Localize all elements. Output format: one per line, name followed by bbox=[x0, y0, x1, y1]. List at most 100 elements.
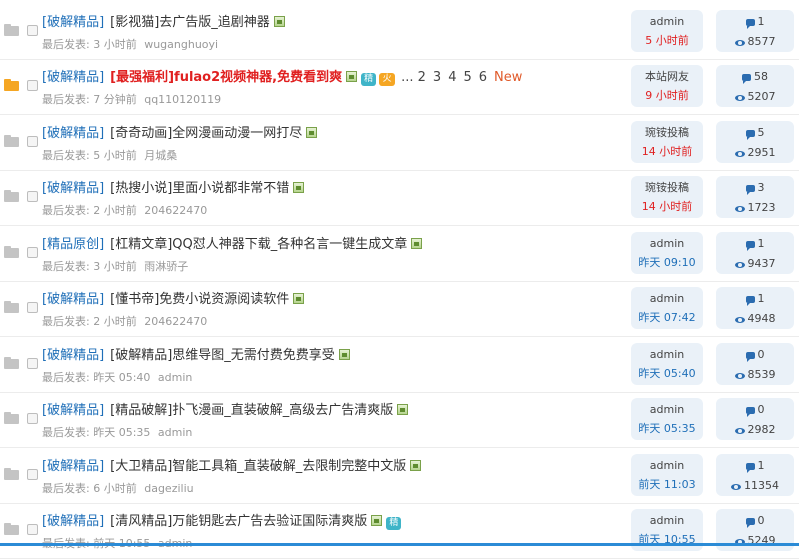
thread-title-link[interactable]: [影视猫]去广告版_追剧神器 bbox=[110, 15, 270, 30]
created-time: 14 小时前 bbox=[641, 200, 693, 213]
comment-icon bbox=[745, 185, 755, 195]
reply-count-value: 1 bbox=[757, 459, 765, 472]
last-post-user-link[interactable]: admin bbox=[158, 371, 192, 384]
thread-checkbox[interactable] bbox=[27, 191, 38, 202]
thread-category-link[interactable]: [破解精品] bbox=[42, 15, 104, 30]
page-link[interactable]: 6 bbox=[479, 70, 487, 85]
thread-category-link[interactable]: [破解精品] bbox=[42, 70, 104, 85]
thread-title-link[interactable]: [清风精品]万能钥匙去广告去验证国际清爽版 bbox=[110, 514, 367, 529]
created-time: 昨天 07:42 bbox=[638, 311, 696, 324]
thread-title-link[interactable]: [精品破解]扑飞漫画_直装破解_高级去广告清爽版 bbox=[110, 403, 393, 418]
last-post-info: 最后发表: 3 小时前 wuganghuoyi bbox=[42, 36, 218, 52]
thread-row[interactable]: [破解精品] [影视猫]去广告版_追剧神器 最后发表: 3 小时前 wugangh… bbox=[0, 4, 799, 60]
folder-icon bbox=[4, 190, 19, 202]
thread-row[interactable]: [破解精品] [精品破解]扑飞漫画_直装破解_高级去广告清爽版 最后发表: 昨天 … bbox=[0, 392, 799, 448]
folder-icon bbox=[4, 79, 19, 91]
reply-count: 1 bbox=[716, 459, 794, 473]
thread-category-link[interactable]: [破解精品] bbox=[42, 126, 104, 141]
author-box: admin 5 小时前 bbox=[631, 10, 703, 52]
author-link[interactable]: admin bbox=[631, 403, 703, 417]
thread-title-link[interactable]: [奇奇动画]全网漫画动漫一网打尽 bbox=[110, 126, 302, 141]
last-post-user-link[interactable]: admin bbox=[158, 426, 192, 439]
author-link[interactable]: 本站网友 bbox=[631, 70, 703, 84]
thread-checkbox[interactable] bbox=[27, 413, 38, 424]
reply-count-value: 1 bbox=[757, 237, 765, 250]
thread-title-link[interactable]: [大卫精品]智能工具箱_直装破解_去限制完整中文版 bbox=[110, 459, 406, 474]
last-post-user-link[interactable]: 雨淋骄子 bbox=[144, 260, 188, 273]
thread-row[interactable]: [破解精品] [懂书帝]免费小说资源阅读软件 最后发表: 2 小时前 204622… bbox=[0, 281, 799, 337]
author-link[interactable]: 琬铵投稿 bbox=[631, 181, 703, 195]
page-link[interactable]: 4 bbox=[448, 70, 456, 85]
thread-row[interactable]: [破解精品] [奇奇动画]全网漫画动漫一网打尽 最后发表: 5 小时前 月城桑 琬… bbox=[0, 115, 799, 171]
author-link[interactable]: admin bbox=[631, 459, 703, 473]
thread-row[interactable]: [破解精品] [热搜小说]里面小说都非常不错 最后发表: 2 小时前 204622… bbox=[0, 170, 799, 226]
eye-icon bbox=[734, 40, 745, 46]
thread-category-link[interactable]: [破解精品] bbox=[42, 403, 104, 418]
reply-count: 5 bbox=[716, 126, 794, 140]
page-link[interactable]: 5 bbox=[463, 70, 471, 85]
last-post-info: 最后发表: 昨天 05:35 admin bbox=[42, 424, 192, 440]
last-post-info: 最后发表: 2 小时前 204622470 bbox=[42, 313, 207, 329]
thread-checkbox[interactable] bbox=[27, 302, 38, 313]
stats-box: 1 4948 bbox=[716, 287, 794, 329]
folder-icon bbox=[4, 468, 19, 480]
stats-box: 1 8577 bbox=[716, 10, 794, 52]
eye-icon bbox=[734, 206, 745, 212]
author-link[interactable]: admin bbox=[631, 15, 703, 29]
thread-title-link[interactable]: [杠精文章]QQ怼人神器下载_各种名言一键生成文章 bbox=[110, 237, 407, 252]
thread-row[interactable]: [破解精品][清风精品]万能钥匙去广告去验证国际清爽版精 最后发表: 前天 10… bbox=[0, 503, 799, 559]
reply-count: 3 bbox=[716, 181, 794, 195]
thread-category-link[interactable]: [破解精品] bbox=[42, 181, 104, 196]
thread-category-link[interactable]: [破解精品] bbox=[42, 292, 104, 307]
last-post-user-link[interactable]: qq110120119 bbox=[144, 93, 221, 106]
thread-checkbox[interactable] bbox=[27, 358, 38, 369]
thread-title-link[interactable]: [最强福利]fulao2视频神器,免费看到爽 bbox=[110, 70, 342, 85]
last-post-user-link[interactable]: 204622470 bbox=[144, 315, 207, 328]
author-link[interactable]: admin bbox=[631, 348, 703, 362]
page-link[interactable]: 3 bbox=[433, 70, 441, 85]
last-post-label: 最后发表: bbox=[42, 38, 90, 51]
last-post-time: 3 小时前 bbox=[93, 260, 137, 273]
digest-badge: 精 bbox=[386, 517, 402, 530]
last-post-label: 最后发表: bbox=[42, 315, 90, 328]
thread-row[interactable]: [破解精品] [大卫精品]智能工具箱_直装破解_去限制完整中文版 最后发表: 6 … bbox=[0, 448, 799, 504]
page-link[interactable]: ... 2 bbox=[401, 70, 426, 85]
thread-checkbox[interactable] bbox=[27, 469, 38, 480]
reply-count-value: 0 bbox=[757, 514, 765, 527]
last-post-user-link[interactable]: 204622470 bbox=[144, 204, 207, 217]
hot-badge: 火 bbox=[379, 73, 396, 86]
reply-count-value: 0 bbox=[757, 403, 765, 416]
new-link[interactable]: New bbox=[494, 70, 522, 85]
thread-row[interactable]: [破解精品] [破解精品]思维导图_无需付费免费享受 最后发表: 昨天 05:40… bbox=[0, 337, 799, 393]
thread-category-link[interactable]: [破解精品] bbox=[42, 459, 104, 474]
author-box: 本站网友 9 小时前 bbox=[631, 65, 703, 107]
reply-count-value: 0 bbox=[757, 348, 765, 361]
thread-title-line: [破解精品] [大卫精品]智能工具箱_直装破解_去限制完整中文版 bbox=[42, 459, 422, 475]
author-link[interactable]: admin bbox=[631, 514, 703, 528]
author-link[interactable]: admin bbox=[631, 237, 703, 251]
last-post-time: 3 小时前 bbox=[93, 38, 137, 51]
comment-icon bbox=[745, 241, 755, 251]
thread-row[interactable]: [精品原创] [杠精文章]QQ怼人神器下载_各种名言一键生成文章 最后发表: 3 … bbox=[0, 226, 799, 282]
thread-title-link[interactable]: [热搜小说]里面小说都非常不错 bbox=[110, 181, 289, 196]
reply-count: 0 bbox=[716, 514, 794, 528]
thread-row[interactable]: [破解精品] [最强福利]fulao2视频神器,免费看到爽 精火 ... 2 3456N… bbox=[0, 59, 799, 115]
last-post-user-link[interactable]: wuganghuoyi bbox=[144, 38, 218, 51]
last-post-user-link[interactable]: dageziliu bbox=[144, 482, 193, 495]
last-post-user-link[interactable]: 月城桑 bbox=[144, 149, 177, 162]
thread-checkbox[interactable] bbox=[27, 524, 38, 535]
eye-icon bbox=[731, 484, 741, 490]
thread-category-link[interactable]: [破解精品] bbox=[42, 348, 104, 363]
comment-icon bbox=[745, 296, 755, 306]
thread-checkbox[interactable] bbox=[27, 247, 38, 258]
author-link[interactable]: 琬铵投稿 bbox=[631, 126, 703, 140]
thread-title-link[interactable]: [懂书帝]免费小说资源阅读软件 bbox=[110, 292, 289, 307]
thread-title-line: [破解精品] [最强福利]fulao2视频神器,免费看到爽 精火 ... 2 3456N… bbox=[42, 70, 522, 86]
thread-category-link[interactable]: [破解精品] bbox=[42, 514, 104, 529]
thread-checkbox[interactable] bbox=[27, 136, 38, 147]
thread-category-link[interactable]: [精品原创] bbox=[42, 237, 104, 252]
thread-title-link[interactable]: [破解精品]思维导图_无需付费免费享受 bbox=[110, 348, 335, 363]
thread-checkbox[interactable] bbox=[27, 80, 38, 91]
thread-checkbox[interactable] bbox=[27, 25, 38, 36]
author-link[interactable]: admin bbox=[631, 292, 703, 306]
